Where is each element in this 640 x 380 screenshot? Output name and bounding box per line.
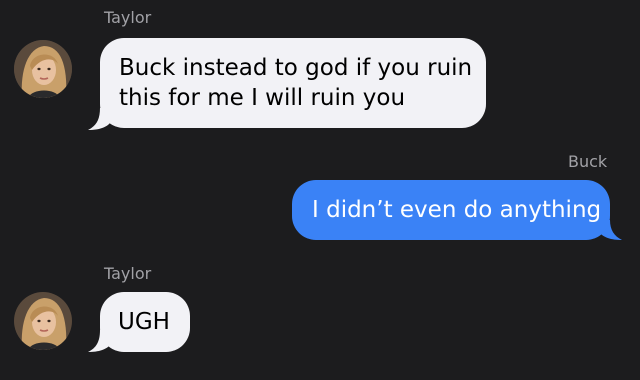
message-text-line: I didn’t even do anything xyxy=(312,197,602,223)
sender-name: Buck xyxy=(568,152,608,171)
incoming-message-bubble[interactable]: Buck instead to god if you ruin this for… xyxy=(100,38,486,128)
sender-name: Taylor xyxy=(104,8,152,27)
contact-avatar[interactable] xyxy=(14,292,72,350)
message-text-line: UGH xyxy=(118,309,170,335)
contact-avatar[interactable] xyxy=(14,40,72,98)
avatar-photo-icon xyxy=(14,292,72,350)
avatar-photo-icon xyxy=(14,40,72,98)
message-text-line: Buck instead to god if you ruin xyxy=(119,55,473,81)
message-thread: Taylor Buck instead to god if you ruin t… xyxy=(0,0,640,380)
message-text-line: this for me I will ruin you xyxy=(119,85,406,111)
sender-name: Taylor xyxy=(104,264,152,283)
outgoing-message-bubble[interactable]: I didn’t even do anything xyxy=(292,180,610,240)
incoming-message-bubble[interactable]: UGH xyxy=(100,292,190,352)
